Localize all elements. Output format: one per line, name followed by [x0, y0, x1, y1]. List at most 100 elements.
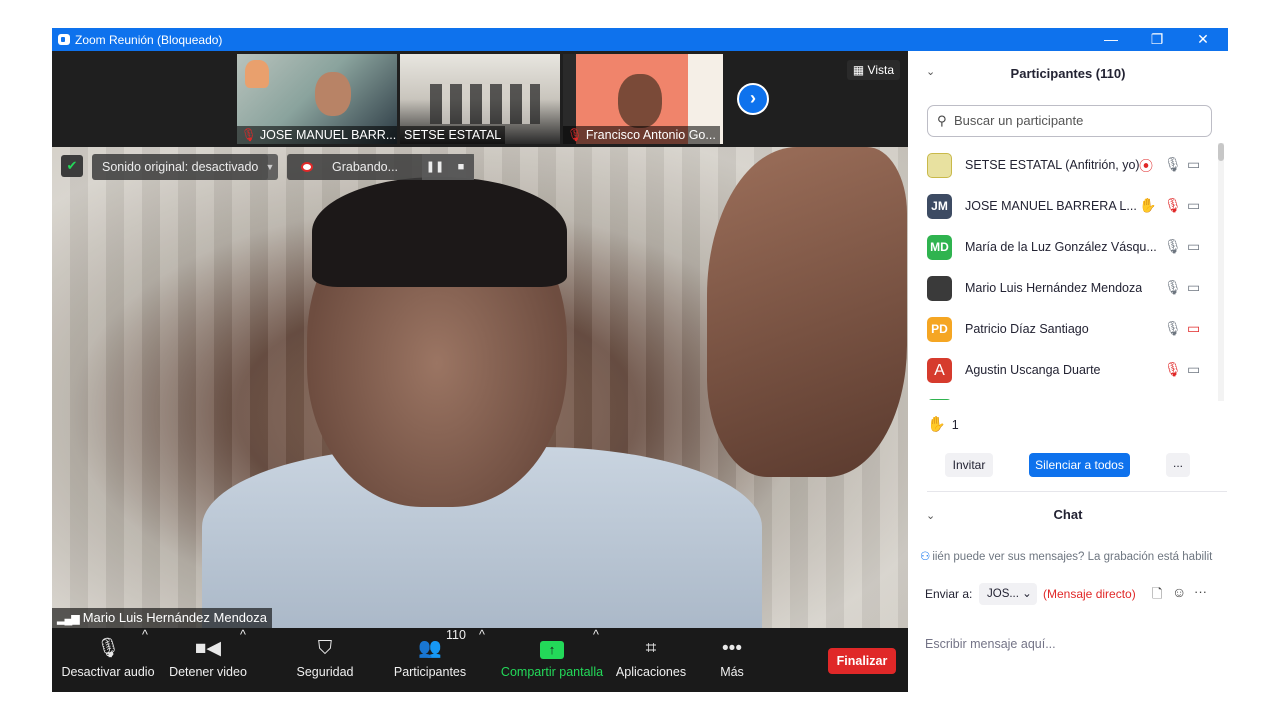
participant-name: SETSE ESTATAL (Anfitrión, yo) — [965, 158, 1140, 172]
mute-all-button[interactable]: Silenciar a todos — [1029, 453, 1130, 477]
raised-hand-icon: ✋ — [1139, 197, 1157, 213]
raised-hand-icon: ✋ — [927, 416, 946, 433]
divider — [927, 491, 1227, 492]
avatar: MD — [927, 235, 952, 260]
avatar: JM — [927, 194, 952, 219]
microphone-icon: 🎙 — [1164, 320, 1182, 336]
microphone-icon: 🎙 — [1164, 279, 1182, 295]
zoom-app-icon — [58, 34, 70, 45]
avatar: PD — [927, 317, 952, 342]
restore-button[interactable]: ❐ — [1134, 28, 1180, 51]
participant-row[interactable]: PD Patricio Díaz Santiago 🎙 ▭ — [908, 309, 1218, 350]
more-dots-icon: ••• — [722, 638, 742, 659]
send-to-label: Enviar a: — [925, 587, 973, 601]
view-button[interactable]: ▦ Vista — [846, 60, 900, 80]
recording-label: Grabando... — [332, 160, 399, 174]
video-camera-icon: ▭ — [1187, 197, 1201, 213]
invite-button[interactable]: Invitar — [945, 453, 993, 477]
thumbnail-jose-manuel[interactable]: 🎙 JOSE MANUEL BARR... — [237, 54, 397, 144]
video-camera-icon: ■◀ — [194, 638, 222, 659]
mic-muted-icon: 🎙 — [241, 128, 257, 142]
participants-title: Participantes (110) — [1010, 66, 1126, 81]
thumb-name: JOSE MANUEL BARR... — [259, 128, 397, 142]
video-camera-icon: ▭ — [1187, 361, 1201, 377]
participant-row[interactable]: Mario Luis Hernández Mendoza 🎙 ▭ — [908, 268, 1218, 309]
participant-row[interactable]: MD María de la Luz González Vásqu... 🎙 ▭ — [908, 227, 1218, 268]
audio-options-chevron[interactable]: ^ — [142, 628, 148, 692]
chevron-down-icon[interactable]: ▼ — [262, 154, 278, 180]
more-button[interactable]: ••• Más — [708, 628, 756, 692]
video-off-icon: ▭ — [1187, 320, 1201, 336]
participant-row[interactable]: SETSE ESTATAL (Anfitrión, yo) ⦿ 🎙 ▭ — [908, 145, 1218, 186]
participants-header: ⌄ Participantes (110) — [908, 51, 1228, 95]
share-screen-button[interactable]: ↑ Compartir pantalla — [500, 628, 604, 692]
participant-name: Agustin Uscanga Duarte — [965, 363, 1101, 377]
mic-muted-icon: 🎙 — [567, 128, 583, 142]
participant-row[interactable]: A Agustin Uscanga Duarte 🎙 ▭ — [908, 350, 1218, 391]
thumbnail-setse-estatal[interactable]: SETSE ESTATAL — [400, 54, 560, 144]
avatar — [927, 153, 952, 178]
security-button[interactable]: ⛉ Seguridad — [292, 628, 358, 692]
share-arrow-icon: ↑ — [500, 628, 604, 664]
meeting-room-image — [430, 84, 540, 124]
chat-title: Chat — [1053, 507, 1083, 522]
apps-button[interactable]: ⌗ Aplicaciones — [614, 628, 688, 692]
participant-name: María de la Luz González Vásqu... — [965, 240, 1157, 254]
video-camera-icon: ▭ — [1187, 156, 1201, 172]
participant-face — [618, 74, 662, 128]
mic-muted-icon: 🎙 — [1164, 361, 1182, 377]
original-sound-toggle[interactable]: Sonido original: desactivado — [92, 154, 269, 180]
participant-list-scrollbar[interactable] — [1218, 143, 1224, 401]
video-options-chevron[interactable]: ^ — [240, 628, 246, 692]
participants-options-chevron[interactable]: ^ — [479, 628, 485, 692]
microphone-icon: 🎙 — [1164, 238, 1182, 254]
meeting-toolbar: 🎙 Desactivar audio ^ ■◀ Detener video ^ … — [52, 628, 908, 692]
chevron-down-icon: ⌄ — [1022, 588, 1032, 600]
participants-more-button[interactable]: ... — [1166, 453, 1190, 477]
emoji-icon[interactable]: ☺ — [1172, 584, 1186, 600]
share-options-chevron[interactable]: ^ — [593, 628, 599, 692]
end-meeting-button[interactable]: Finalizar — [828, 648, 896, 674]
chat-header: ⌄ Chat — [908, 495, 1228, 535]
recording-icon — [301, 162, 313, 172]
participant-list: SETSE ESTATAL (Anfitrión, yo) ⦿ 🎙 ▭ JM J… — [908, 145, 1228, 400]
stop-recording-button[interactable]: ■ — [448, 154, 474, 180]
minimize-button[interactable]: — — [1088, 28, 1134, 51]
recipient-select[interactable]: JOS... ⌄ — [979, 583, 1037, 605]
more-dots-icon[interactable]: ··· — [1194, 584, 1207, 599]
direct-message-label: (Mensaje directo) — [1043, 587, 1136, 601]
participant-search-input[interactable]: ⚲ Buscar un participante — [927, 105, 1212, 137]
chat-privacy-notice: ⚇ iién puede ver sus mensajes? La grabaci… — [920, 551, 1213, 563]
side-panel: ⌄ Participantes (110) ⚲ Buscar un partic… — [908, 51, 1228, 692]
participant-name: Mario Luis Hernández Mendoza — [965, 281, 1143, 295]
file-icon[interactable]: 🗋 — [1152, 585, 1162, 607]
participant-row[interactable] — [908, 391, 1218, 400]
raised-hand-icon — [245, 60, 269, 88]
pause-recording-button[interactable]: ❚❚ — [422, 154, 448, 180]
video-area: 🎙 JOSE MANUEL BARR... SETSE ESTATAL 🎙 Fran… — [52, 51, 908, 692]
avatar — [927, 399, 952, 400]
grid-icon: ▦ — [852, 63, 868, 77]
close-button[interactable]: ✕ — [1180, 28, 1226, 51]
mic-muted-icon: 🎙 — [1164, 197, 1182, 213]
apps-icon: ⌗ — [645, 638, 657, 659]
next-page-button[interactable]: › — [737, 83, 769, 115]
participant-row[interactable]: JM JOSE MANUEL BARRERA L... ✋ 🎙 ▭ — [908, 186, 1218, 227]
participants-count-badge: 110 — [446, 628, 466, 642]
search-icon: ⚲ — [937, 113, 947, 128]
participant-face — [315, 72, 351, 116]
stop-video-button[interactable]: ■◀ Detener video — [168, 628, 248, 692]
encryption-shield-icon[interactable]: ✔ — [61, 155, 83, 177]
avatar: A — [927, 358, 952, 383]
chat-send-to-row: Enviar a: JOS... ⌄ (Mensaje directo) 🗋 ☺… — [925, 583, 1225, 605]
thumbnail-francisco-antonio[interactable]: 🎙 Francisco Antonio Go... — [563, 54, 723, 144]
video-camera-icon: ▭ — [1187, 238, 1201, 254]
active-speaker-video: ✔ Sonido original: desactivado ▼ Graband… — [52, 147, 908, 628]
chat-message-input[interactable]: Escribir mensaje aquí... — [925, 637, 1056, 651]
microphone-icon: 🎙 — [1164, 156, 1182, 172]
recording-icon: ⦿ — [1139, 158, 1153, 174]
participant-name: JOSE MANUEL BARRERA L... — [965, 199, 1137, 213]
avatar — [927, 276, 952, 301]
speaker-name-label: ▂▄▆ Mario Luis Hernández Mendoza — [52, 608, 272, 628]
raised-hands-count: ✋ 1 — [927, 416, 959, 433]
